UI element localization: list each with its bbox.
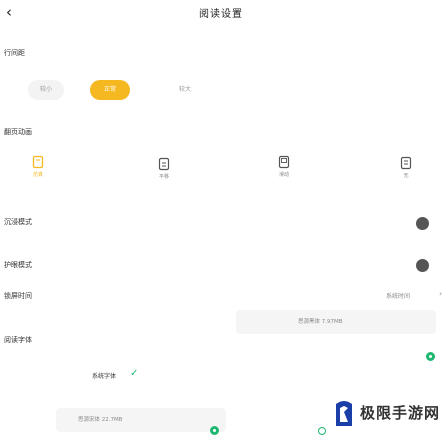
eye-protection-label: 护眼模式 (4, 261, 32, 269)
mode-translate[interactable]: 平移 (152, 157, 176, 180)
reading-font-label: 阅读字体 (4, 336, 32, 344)
check-icon: ✓ (130, 368, 139, 379)
mode-simulation[interactable]: 仿真 (26, 155, 50, 178)
pages-icon (158, 157, 170, 171)
line-spacing-small[interactable]: 较小 (28, 80, 64, 100)
mode-translate-label: 平移 (158, 174, 169, 180)
back-chevron-icon[interactable]: ‹ (6, 4, 20, 20)
font-option-a-dot-icon (426, 352, 435, 361)
line-spacing-normal[interactable]: 正常 (90, 80, 130, 100)
mode-none[interactable]: 无 (394, 156, 418, 179)
small-dot-icon (318, 427, 326, 435)
mode-none-label: 无 (403, 173, 409, 179)
line-spacing-label: 行间距 (4, 49, 25, 57)
font-option-b-label: 思源宋体 22.7MB (78, 417, 123, 423)
lock-time-value[interactable]: 系统时间 (386, 291, 410, 300)
watermark-logo-icon (336, 401, 352, 426)
mode-slide-label: 滑动 (278, 172, 289, 178)
book-icon (32, 155, 44, 169)
font-system-label: 系统字体 (92, 373, 117, 380)
chevron-right-icon[interactable]: › (439, 289, 442, 298)
page-title: 阅读设置 (199, 9, 243, 20)
eye-protection-toggle[interactable] (416, 259, 429, 272)
page-turn-label: 翻页动画 (4, 128, 32, 136)
font-option-a-label: 思源黑体 7.97MB (298, 319, 343, 325)
font-system[interactable]: 系统字体 ✓ (56, 364, 196, 388)
font-option-a[interactable]: 思源黑体 7.97MB (236, 310, 436, 334)
mode-slide[interactable]: 滑动 (272, 155, 296, 178)
watermark-text: 极限手游网 (360, 404, 441, 422)
slide-icon (278, 155, 290, 169)
immersive-label: 沉浸模式 (4, 218, 32, 226)
immersive-toggle[interactable] (416, 217, 429, 230)
font-option-b-dot-icon (210, 426, 219, 435)
font-option-b[interactable]: 思源宋体 22.7MB (56, 408, 226, 432)
none-icon (400, 156, 412, 170)
line-spacing-large[interactable]: 较大 (165, 80, 205, 100)
mode-simulation-label: 仿真 (32, 172, 43, 178)
lock-time-label: 锁屏时间 (4, 292, 32, 300)
